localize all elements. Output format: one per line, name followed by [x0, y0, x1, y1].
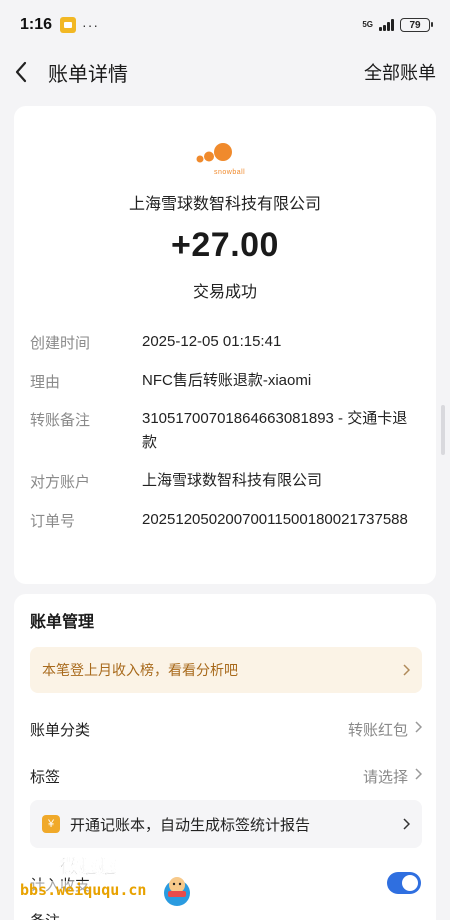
- svg-text:snowball: snowball: [214, 169, 245, 176]
- merchant-name: 上海雪球数智科技有限公司: [128, 196, 321, 213]
- back-button[interactable]: [14, 57, 38, 87]
- reason-label: 理由: [30, 374, 61, 391]
- amount: +27.00: [171, 226, 279, 264]
- notebook-icon: ¥: [42, 815, 60, 833]
- tag-label: 标签: [30, 768, 61, 786]
- tag-row[interactable]: 标签 请选择: [30, 761, 423, 791]
- count-income-toggle[interactable]: [387, 872, 421, 894]
- battery-icon: 79: [400, 18, 433, 32]
- notebook-text: 开通记账本，自动生成标签统计报告: [70, 816, 311, 834]
- counterparty-label: 对方账户: [30, 474, 91, 491]
- created-time-label: 创建时间: [30, 335, 91, 352]
- network-type: 5G: [362, 20, 373, 29]
- transaction-status: 交易成功: [192, 284, 257, 301]
- notification-icon: [60, 17, 77, 33]
- chevron-right-icon: [402, 664, 410, 676]
- chevron-right-icon: [414, 720, 423, 738]
- all-bills-link[interactable]: 全部账单: [364, 59, 436, 85]
- signal-icon: [379, 19, 394, 31]
- back-arrow-icon: [15, 61, 27, 83]
- watermark-mascot-icon: [164, 877, 190, 906]
- bill-category-value: 转账红包: [347, 721, 408, 739]
- order-number-label: 订单号: [30, 513, 76, 530]
- chevron-right-icon: [402, 818, 410, 830]
- promo-text: 本笔登上月收入榜，看看分析吧: [42, 662, 238, 678]
- remark-label: 转账备注: [30, 412, 91, 429]
- reason-value: NFC售后转账退款-xiaomi: [142, 372, 312, 389]
- watermark: 微趣趣 bbs.weiququ.cn: [20, 853, 200, 913]
- bill-category-row[interactable]: 账单分类 转账红包: [30, 714, 423, 744]
- watermark-cn: 微趣趣: [60, 857, 117, 878]
- bill-management-title: 账单管理: [30, 614, 95, 631]
- order-number-value[interactable]: 20251205020070011500180021737588: [142, 508, 422, 532]
- created-time-value: 2025-12-05 01:15:41: [142, 333, 282, 350]
- status-time: 1:16: [20, 16, 53, 33]
- tag-value: 请选择: [362, 768, 408, 786]
- open-notebook-banner[interactable]: ¥ 开通记账本，自动生成标签统计报告: [30, 800, 422, 848]
- scrollbar[interactable]: [441, 405, 445, 455]
- bill-category-label: 账单分类: [30, 721, 91, 739]
- watermark-url: bbs.weiququ.cn: [20, 881, 147, 899]
- page-title: 账单详情: [48, 63, 128, 86]
- nav-header: 账单详情 全部账单: [0, 50, 450, 94]
- counterparty-value: 上海雪球数智科技有限公司: [142, 472, 323, 489]
- income-ranking-banner[interactable]: 本笔登上月收入榜，看看分析吧: [30, 647, 422, 693]
- snowball-logo: snowball: [196, 143, 245, 176]
- status-bar: 1:16 ··· 5G 79: [0, 0, 450, 50]
- chevron-right-icon: [414, 767, 423, 785]
- more-notifications-icon: ···: [82, 17, 100, 33]
- remark-value[interactable]: 3105170070186466308189​3 - 交通卡退款: [142, 407, 422, 455]
